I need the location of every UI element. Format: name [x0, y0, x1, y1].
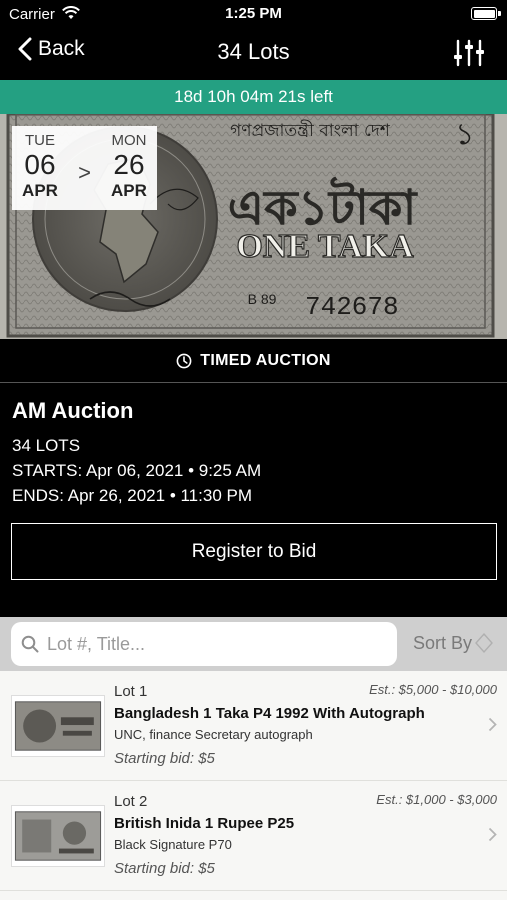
lot-number: Lot 1: [114, 683, 148, 700]
search-bar: Sort By: [0, 617, 507, 671]
chevron-right-icon: [488, 717, 497, 732]
battery-icon: [471, 7, 501, 20]
search-icon: [21, 635, 39, 653]
status-bar: Carrier 1:25 PM: [0, 0, 507, 28]
lot-thumbnail: [11, 805, 105, 867]
page-title: 34 Lots: [217, 39, 290, 64]
search-input[interactable]: [47, 633, 387, 655]
banknote-value-en: ONE TAKA: [236, 228, 414, 265]
lot-starting-bid: Starting bid: $5: [114, 860, 215, 877]
auction-end-time: ENDS: Apr 26, 2021 • 11:30 PM: [12, 486, 252, 505]
end-month: APR: [111, 181, 147, 200]
start-month: APR: [22, 181, 58, 200]
start-day: 06: [24, 149, 56, 180]
auction-start-time: STARTS: Apr 06, 2021 • 9:25 AM: [12, 461, 262, 480]
sort-by-button[interactable]: Sort By: [413, 632, 494, 654]
lot-row[interactable]: Lot 2 Est.: $1,000 - $3,000 British Inid…: [0, 781, 507, 891]
banknote-header-text: গণপ্রজাতন্ত্রী বাংলা দেশ: [230, 120, 391, 141]
date-range-arrow: >: [78, 160, 91, 185]
auction-details: AM Auction 34 LOTS STARTS: Apr 06, 2021 …: [0, 384, 507, 617]
end-date: MON 26 APR: [111, 132, 147, 201]
auction-type-banner: TIMED AUCTION: [0, 339, 507, 383]
banknote-serial: 742678: [305, 292, 399, 322]
auction-date-range: TUE 06 APR > MON 26 APR: [12, 126, 157, 210]
auction-name: AM Auction: [12, 398, 134, 423]
banknote-value-bn: এক১টাকা: [228, 176, 419, 236]
lot-title: British Inida 1 Rupee P25: [114, 815, 295, 832]
sort-diamond-icon: [475, 632, 493, 654]
chevron-right-icon: [488, 827, 497, 842]
filter-sliders-icon[interactable]: [453, 37, 485, 69]
sort-by-label: Sort By: [413, 632, 473, 653]
auction-type-label: TIMED AUCTION: [200, 351, 331, 369]
banknote-serial-prefix: B 89: [248, 291, 277, 307]
lot-starting-bid: Starting bid: $5: [114, 750, 215, 767]
navigation-bar: Back 34 Lots: [0, 28, 507, 78]
status-time: 1:25 PM: [225, 5, 282, 22]
lot-thumbnail: [11, 695, 105, 757]
search-field[interactable]: [11, 622, 397, 666]
lot-row[interactable]: Lot 1 Est.: $5,000 - $10,000 Bangladesh …: [0, 671, 507, 781]
lot-estimate: Est.: $5,000 - $10,000: [369, 682, 497, 697]
start-day-of-week: TUE: [25, 132, 55, 149]
lot-estimate: Est.: $1,000 - $3,000: [376, 792, 497, 807]
end-day: 26: [113, 149, 145, 180]
lot-title: Bangladesh 1 Taka P4 1992 With Autograph: [114, 705, 425, 722]
lot-number: Lot 2: [114, 793, 148, 810]
svg-text:১: ১: [455, 118, 474, 151]
clock-icon: [176, 353, 192, 368]
lot-subtitle: Black Signature P70: [114, 837, 232, 852]
lot-count: 34 LOTS: [12, 436, 81, 455]
lot-list: Lot 1 Est.: $5,000 - $10,000 Bangladesh …: [0, 671, 507, 900]
countdown-banner: 18d 10h 04m 21s left: [0, 80, 507, 114]
register-to-bid-button[interactable]: Register to Bid: [11, 523, 497, 580]
start-date: TUE 06 APR: [22, 132, 58, 201]
end-day-of-week: MON: [111, 132, 147, 149]
lot-subtitle: UNC, finance Secretary autograph: [114, 727, 313, 742]
